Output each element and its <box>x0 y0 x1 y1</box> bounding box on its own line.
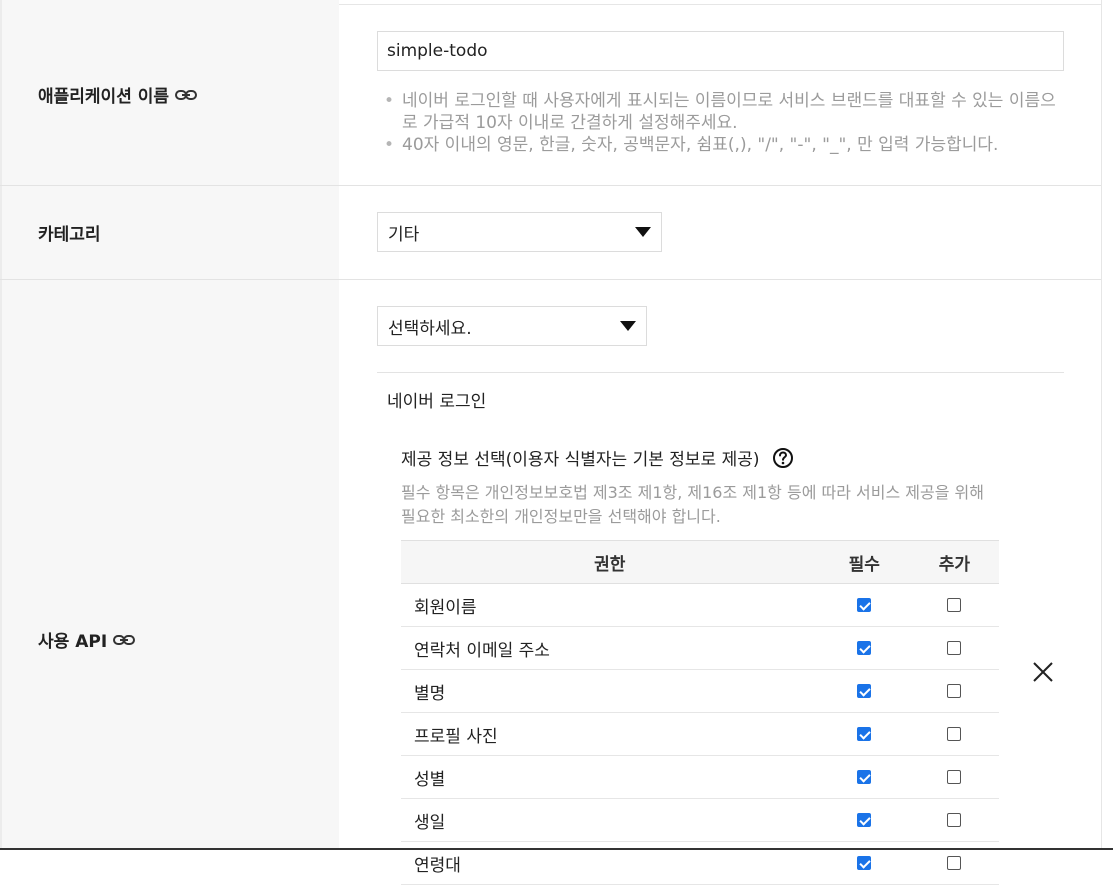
table-row: 생일 <box>401 798 999 842</box>
additional-cell <box>909 755 999 799</box>
table-row: 별명 <box>401 669 999 713</box>
app-name-input[interactable]: simple-todo <box>377 31 1064 71</box>
additional-checkbox[interactable] <box>947 684 962 698</box>
permission-name: 회원이름 <box>401 583 819 627</box>
additional-cell <box>909 712 999 756</box>
help-item: 네이버 로그인할 때 사용자에게 표시되는 이름이므로 서비스 브랜드를 대표할… <box>384 90 1059 134</box>
category-row: 카테고리 기타 <box>0 186 1101 279</box>
provide-info-title-text: 제공 정보 선택(이용자 식별자는 기본 정보로 제공) <box>401 450 760 470</box>
app-name-input-value: simple-todo <box>387 41 488 61</box>
api-title: 네이버 로그인 <box>387 392 487 412</box>
category-select[interactable]: 기타 <box>377 212 662 252</box>
required-checkbox[interactable] <box>857 727 872 741</box>
api-label-text: 사용 API <box>38 632 108 652</box>
app-name-row: 애플리케이션 이름 simple-todo 네이버 로그인할 때 사용자에게 표… <box>0 0 1101 185</box>
app-name-label: 애플리케이션 이름 <box>38 82 198 107</box>
label-column <box>0 280 339 848</box>
required-cell <box>818 626 910 670</box>
api-select[interactable]: 선택하세요. <box>377 306 647 346</box>
link-icon[interactable] <box>175 88 198 102</box>
table-row: 회원이름 <box>401 583 999 627</box>
additional-cell <box>909 626 999 670</box>
table-row: 연락처 이메일 주소 <box>401 626 999 670</box>
required-cell <box>818 669 910 713</box>
api-divider <box>377 372 1064 373</box>
additional-checkbox[interactable] <box>947 641 962 655</box>
app-name-label-text: 애플리케이션 이름 <box>38 87 170 107</box>
required-checkbox[interactable] <box>857 641 872 655</box>
additional-checkbox[interactable] <box>947 770 962 784</box>
permission-name: 연락처 이메일 주소 <box>401 626 819 670</box>
required-checkbox[interactable] <box>857 770 872 784</box>
permission-table-body: 회원이름 연락처 이메일 주소 별명 프로필 사진 성별 생일 연령대 <box>401 583 999 885</box>
additional-checkbox[interactable] <box>947 813 962 827</box>
close-icon[interactable] <box>1031 660 1055 684</box>
permission-name: 별명 <box>401 669 819 713</box>
additional-cell <box>909 669 999 713</box>
api-label: 사용 API <box>38 627 136 652</box>
required-cell <box>818 755 910 799</box>
permission-name: 성별 <box>401 755 819 799</box>
api-select-value: 선택하세요. <box>388 318 472 339</box>
permission-table: 권한 필수 추가 회원이름 연락처 이메일 주소 별명 프로필 사진 성별 생일 연령대 <box>401 540 999 885</box>
category-label: 카테고리 <box>38 225 101 245</box>
required-cell <box>818 583 910 627</box>
required-cell <box>818 712 910 756</box>
additional-cell <box>909 583 999 627</box>
app-name-help-list: 네이버 로그인할 때 사용자에게 표시되는 이름이므로 서비스 브랜드를 대표할… <box>384 90 1059 156</box>
permission-name: 생일 <box>401 798 819 842</box>
additional-cell <box>909 798 999 842</box>
permission-name: 프로필 사진 <box>401 712 819 756</box>
required-checkbox[interactable] <box>857 856 872 870</box>
table-row: 프로필 사진 <box>401 712 999 756</box>
caret-down-icon <box>620 321 636 331</box>
caret-down-icon <box>635 227 651 237</box>
additional-checkbox[interactable] <box>947 856 962 870</box>
required-cell <box>818 798 910 842</box>
right-border <box>1101 0 1102 850</box>
column-header-additional: 추가 <box>909 540 999 584</box>
required-checkbox[interactable] <box>857 684 872 698</box>
table-row: 성별 <box>401 755 999 799</box>
column-header-permission: 권한 <box>401 540 819 584</box>
provide-info-title: 제공 정보 선택(이용자 식별자는 기본 정보로 제공) <box>401 445 794 470</box>
column-header-required: 필수 <box>818 540 910 584</box>
additional-checkbox[interactable] <box>947 598 962 612</box>
table-header-row: 권한 필수 추가 <box>401 540 999 584</box>
link-icon[interactable] <box>113 633 136 647</box>
category-select-value: 기타 <box>388 224 420 245</box>
question-circle-icon[interactable] <box>772 447 794 469</box>
additional-checkbox[interactable] <box>947 727 962 741</box>
help-item: 40자 이내의 영문, 한글, 숫자, 공백문자, 쉼표(,), "/", "-… <box>384 134 1059 156</box>
required-checkbox[interactable] <box>857 813 872 827</box>
required-checkbox[interactable] <box>857 598 872 612</box>
provide-info-description: 필수 항목은 개인정보보호법 제3조 제1항, 제16조 제1항 등에 따라 서… <box>401 483 984 526</box>
